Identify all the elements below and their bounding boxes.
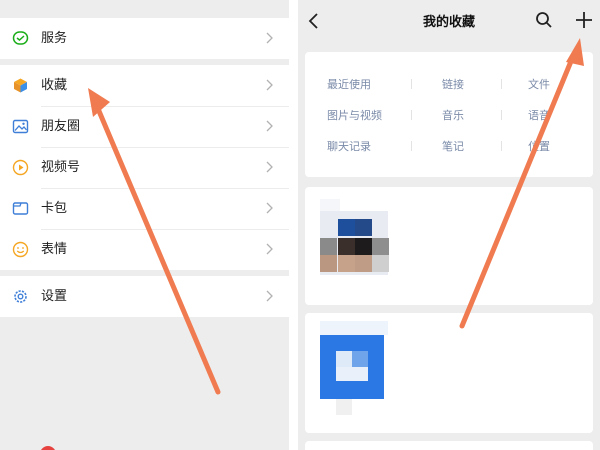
page-title: 我的收藏 bbox=[422, 15, 475, 30]
category-files[interactable]: 文件 bbox=[528, 76, 550, 92]
blurred-thumbnail bbox=[336, 399, 352, 415]
menu-item-label: 视频号 bbox=[41, 160, 81, 175]
menu-item-services[interactable]: 服务 bbox=[0, 18, 289, 59]
chevron-right-icon bbox=[266, 290, 273, 302]
blurred-thumbnail bbox=[336, 367, 368, 381]
category-grid: 最近使用 链接 文件 图片与视频 音乐 语音 聊天记录 笔记 位置 bbox=[305, 52, 593, 177]
moments-photo-icon bbox=[12, 119, 29, 134]
blurred-thumbnail bbox=[355, 255, 372, 272]
favorite-item-card[interactable] bbox=[305, 441, 593, 450]
blurred-thumbnail bbox=[372, 238, 389, 255]
channels-play-icon bbox=[12, 159, 29, 176]
menu-item-label: 朋友圈 bbox=[41, 119, 81, 134]
category-separator bbox=[411, 79, 412, 89]
category-music[interactable]: 音乐 bbox=[442, 107, 464, 123]
category-recent[interactable]: 最近使用 bbox=[327, 76, 371, 92]
chevron-right-icon bbox=[266, 32, 273, 44]
blurred-thumbnail bbox=[320, 238, 337, 255]
category-separator bbox=[501, 110, 502, 120]
blurred-thumbnail bbox=[320, 255, 337, 272]
category-voice[interactable]: 语音 bbox=[528, 107, 550, 123]
menu-item-settings[interactable]: 设置 bbox=[0, 276, 289, 317]
blurred-thumbnail bbox=[338, 238, 355, 255]
blurred-thumbnail bbox=[355, 238, 372, 255]
menu-item-channels[interactable]: 视频号 bbox=[0, 147, 289, 188]
panel-divider bbox=[289, 0, 298, 450]
blurred-thumbnail bbox=[336, 351, 352, 367]
favorite-item-card[interactable] bbox=[305, 187, 593, 305]
add-plus-icon[interactable] bbox=[574, 10, 594, 30]
blurred-thumbnail bbox=[320, 321, 388, 335]
blurred-thumbnail bbox=[338, 255, 355, 272]
category-location[interactable]: 位置 bbox=[528, 138, 550, 154]
category-links[interactable]: 链接 bbox=[442, 76, 464, 92]
blurred-thumbnail bbox=[372, 255, 389, 272]
category-separator bbox=[501, 79, 502, 89]
category-separator bbox=[411, 110, 412, 120]
favorites-navbar: 我的收藏 bbox=[298, 0, 600, 44]
menu-item-label: 收藏 bbox=[41, 78, 68, 93]
settings-gear-icon bbox=[14, 290, 27, 303]
tab-badge bbox=[40, 446, 56, 450]
chevron-right-icon bbox=[266, 161, 273, 173]
menu-item-label: 设置 bbox=[41, 289, 68, 304]
category-photos-videos[interactable]: 图片与视频 bbox=[327, 107, 382, 123]
chevron-right-icon bbox=[266, 243, 273, 255]
sticker-smiley-icon bbox=[12, 241, 29, 258]
favorites-cube-icon bbox=[14, 78, 27, 93]
menu-item-label: 表情 bbox=[41, 242, 68, 257]
chevron-right-icon bbox=[266, 202, 273, 214]
chevron-right-icon bbox=[266, 79, 273, 91]
menu-item-label: 服务 bbox=[41, 31, 68, 46]
category-notes[interactable]: 笔记 bbox=[442, 138, 464, 154]
menu-item-label: 卡包 bbox=[41, 201, 68, 216]
search-icon[interactable] bbox=[534, 10, 554, 30]
menu-item-stickers[interactable]: 表情 bbox=[0, 229, 289, 270]
category-separator bbox=[501, 141, 502, 151]
menu-item-favorites[interactable]: 收藏 bbox=[0, 65, 289, 106]
blurred-thumbnail bbox=[352, 351, 368, 367]
blurred-thumbnail bbox=[338, 219, 355, 236]
blurred-thumbnail bbox=[355, 219, 372, 236]
service-icon bbox=[12, 31, 29, 45]
menu-group-settings: 设置 bbox=[0, 276, 289, 317]
menu-group-services: 服务 bbox=[0, 18, 289, 59]
menu-item-moments[interactable]: 朋友圈 bbox=[0, 106, 289, 147]
category-chat-history[interactable]: 聊天记录 bbox=[327, 138, 371, 154]
menu-item-card-wallet[interactable]: 卡包 bbox=[0, 188, 289, 229]
category-separator bbox=[411, 141, 412, 151]
me-menu-panel: 服务 收藏 朋友圈 视频号 卡包 表情 设置 bbox=[0, 0, 289, 450]
menu-group-main: 收藏 朋友圈 视频号 卡包 表情 bbox=[0, 65, 289, 270]
favorite-item-card[interactable] bbox=[305, 313, 593, 433]
favorites-panel: 我的收藏 最近使用 链接 文件 图片与视频 音乐 语音 聊天记录 笔记 位置 bbox=[298, 0, 600, 450]
card-wallet-icon bbox=[12, 202, 29, 215]
chevron-right-icon bbox=[266, 120, 273, 132]
